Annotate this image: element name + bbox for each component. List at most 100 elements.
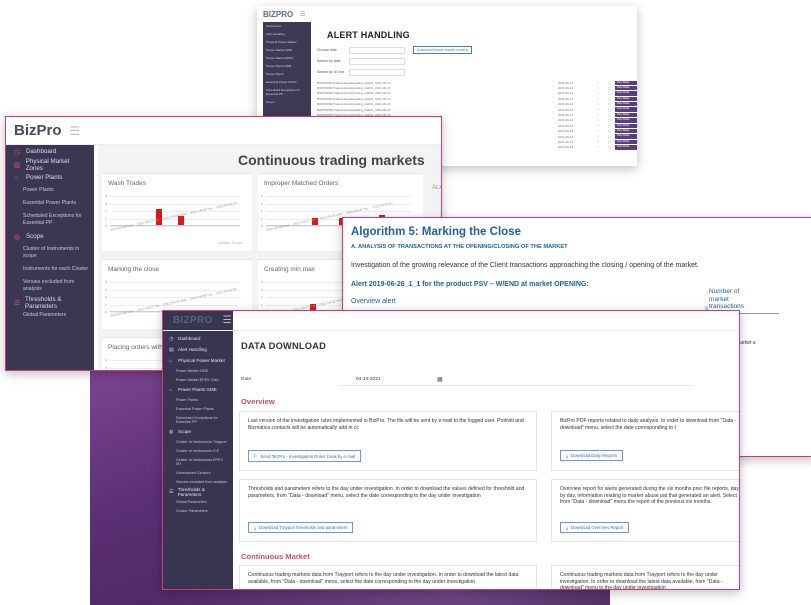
search-id-input[interactable] — [349, 68, 405, 76]
sidebar-subitem-label: Cluster of Instruments Trayport — [176, 439, 227, 444]
view-report-button[interactable]: View Relat — [614, 91, 637, 96]
status-radio[interactable]: ○ — [593, 124, 604, 128]
view-report-button[interactable]: View Relat — [614, 118, 637, 123]
choose-date-input[interactable] — [349, 46, 405, 54]
download-results-button[interactable]: Download bizrule results content — [413, 46, 472, 54]
sidebar-item[interactable]: ⌂ Physical Power Market — [163, 355, 233, 366]
sidebar-subitem[interactable]: Power Plants — [163, 395, 233, 404]
download-thresholds-button[interactable]: ⤓ Download Trayport thresholds and param… — [248, 522, 354, 533]
status-radio[interactable]: ○ — [593, 135, 604, 139]
view-report-button[interactable]: View Relat — [614, 145, 637, 150]
view-report-button[interactable]: View Relat — [614, 85, 637, 91]
sidebar-subitem[interactable]: Instruments for each Cluster — [6, 263, 94, 276]
sidebar-subitem[interactable]: Venues excluded from analysis — [163, 477, 233, 486]
download-overview-report-button[interactable]: ⤓ Download Overview Report — [560, 522, 630, 533]
select-checkbox[interactable]: ▢ — [604, 91, 615, 95]
select-checkbox[interactable]: ▢ — [604, 124, 615, 128]
sidebar-subitem[interactable]: Essential Power Plants — [163, 404, 233, 413]
status-radio[interactable]: ○ — [593, 81, 604, 85]
status-radio[interactable]: ○ — [593, 140, 604, 144]
menu-icon[interactable]: ☰ — [299, 10, 305, 18]
calendar-icon[interactable]: ▦ — [437, 376, 443, 383]
sidebar-item[interactable]: Dashboard — [263, 22, 311, 30]
sidebar-item[interactable]: ◍ Scope — [163, 426, 233, 437]
menu-icon[interactable]: ☰ — [223, 315, 232, 326]
table-row: BIZPRO/BizTrades/AlertsHandling_dia001_2… — [317, 80, 637, 85]
date-cell: 2021-09-13 — [557, 107, 574, 112]
sidebar-subitem[interactable]: Power Plants — [6, 184, 94, 197]
sidebar-item[interactable]: ☰ Thresholds & Parameters — [163, 486, 233, 497]
sidebar-subitem[interactable]: Venues excluded from analysis — [6, 276, 94, 296]
status-radio[interactable]: ○ — [593, 113, 604, 117]
select-checkbox[interactable]: ▢ — [604, 81, 615, 85]
sidebar-item[interactable]: ☰ Thresholds & Parameters — [6, 296, 94, 310]
sidebar-item[interactable]: Power Plants — [263, 70, 311, 78]
search-date-input[interactable] — [349, 57, 405, 65]
sidebar-item[interactable]: Power Market GME — [263, 46, 311, 54]
view-report-button[interactable]: View Relat — [614, 80, 637, 85]
sidebar-item[interactable]: ⌂ Power Plants GME — [163, 384, 233, 395]
sidebar-subitem[interactable]: Global Parameters — [6, 309, 94, 322]
table-row: BIZPRO/BizTrades/AlertsHandling_dia001_2… — [317, 96, 637, 102]
select-checkbox[interactable]: ▢ — [604, 86, 615, 90]
status-radio[interactable]: ○ — [593, 108, 604, 112]
select-checkbox[interactable]: ▢ — [604, 113, 615, 117]
status-radio[interactable]: ○ — [593, 145, 604, 149]
sidebar-subitem[interactable]: Essential Power Plants — [6, 197, 94, 210]
menu-icon[interactable]: ☰ — [70, 124, 81, 138]
date-cell: 2021-09-13 — [557, 123, 574, 128]
select-checkbox[interactable]: ▢ — [604, 102, 615, 106]
view-report-button[interactable]: View Relat — [614, 134, 637, 139]
sidebar-item-label: Power Plants — [26, 174, 63, 181]
sidebar-subitem[interactable]: Scheduled Exceptions for Essential PP — [6, 210, 94, 230]
sidebar-item[interactable]: ◍ Scope — [6, 230, 94, 243]
view-report-button[interactable]: View Relat — [614, 96, 637, 102]
sidebar-item[interactable]: Power Plants GME — [263, 62, 311, 70]
sidebar-subitem[interactable]: Cluster of Instruments EPEX MT — [163, 455, 233, 468]
view-report-button[interactable]: View Relat — [614, 123, 637, 129]
sidebar-item[interactable]: ▥ Physical Market Zones — [6, 158, 94, 172]
sidebar-subitem[interactable]: Global Parameters — [163, 497, 233, 506]
status-radio[interactable]: ○ — [593, 118, 604, 122]
sidebar-subitem[interactable]: Cluster of Instruments in scope — [6, 243, 94, 263]
status-radio[interactable]: ○ — [593, 102, 604, 106]
sidebar-subitem[interactable]: Cluster Parameters — [163, 506, 233, 515]
sidebar-subitem[interactable]: Generalized Clusters — [163, 468, 233, 477]
status-radio[interactable]: ○ — [593, 91, 604, 95]
sidebar-item[interactable]: Essential Power Plants — [263, 78, 311, 86]
sidebar-subitem[interactable]: Cluster of Instruments Trayport — [163, 437, 233, 446]
select-checkbox[interactable]: ▢ — [604, 145, 615, 149]
sidebar-item[interactable]: ◷ Dashboard — [163, 333, 233, 344]
sidebar-subitem[interactable]: Power Market EPEX Gold — [163, 375, 233, 384]
sidebar-item[interactable]: Scheduled Exceptions for Essential PP — [263, 86, 311, 98]
sidebar-item[interactable]: ◷ Dashboard — [6, 145, 94, 158]
view-report-button[interactable]: View Relat — [614, 139, 637, 145]
select-checkbox[interactable]: ▢ — [604, 118, 615, 122]
date-input[interactable]: 04-10-2021 — [356, 377, 381, 382]
sidebar-subitem[interactable]: Power Market GME — [163, 366, 233, 375]
sidebar-item[interactable]: ▤ Alert Handling — [163, 344, 233, 355]
date-cell: 2021-09-13 — [557, 145, 574, 150]
view-report-button[interactable]: View Relat — [614, 102, 637, 107]
status-radio[interactable]: ○ — [593, 97, 604, 101]
download-daily-reports-button[interactable]: ⤓ Download Daily Reports — [560, 450, 624, 461]
sidebar-subitem[interactable]: Scheduled Exceptions for Essential PP — [163, 413, 233, 426]
view-report-button[interactable]: View Relat — [614, 112, 637, 118]
view-report-button[interactable]: View Relat — [614, 107, 637, 112]
sidebar-subitem[interactable]: Cluster of Instruments ICE — [163, 446, 233, 455]
select-checkbox[interactable]: ▢ — [604, 140, 615, 144]
select-checkbox[interactable]: ▢ — [604, 135, 615, 139]
status-radio[interactable]: ○ — [593, 129, 604, 133]
status-radio[interactable]: ○ — [593, 86, 604, 90]
select-checkbox[interactable]: ▢ — [604, 97, 615, 101]
sidebar-item[interactable]: Physical Power Market — [263, 38, 311, 46]
sidebar-item[interactable]: ⌂ Power Plants — [6, 171, 94, 184]
select-checkbox[interactable]: ▢ — [604, 108, 615, 112]
view-report-button[interactable]: View Relat — [614, 129, 637, 134]
send-rules-button[interactable]: ▷ Send 'BizPro - Investigation Rules' bo… — [248, 450, 362, 462]
sidebar-item[interactable]: Power Market EPEX — [263, 54, 311, 62]
sidebar-item[interactable]: Alert Handling — [263, 30, 311, 38]
select-checkbox[interactable]: ▢ — [604, 129, 615, 133]
sidebar-item[interactable]: Scope — [263, 98, 311, 106]
table-row: BIZPRO/BizTrades/AlertsHandling_dia001_2… — [317, 91, 637, 96]
